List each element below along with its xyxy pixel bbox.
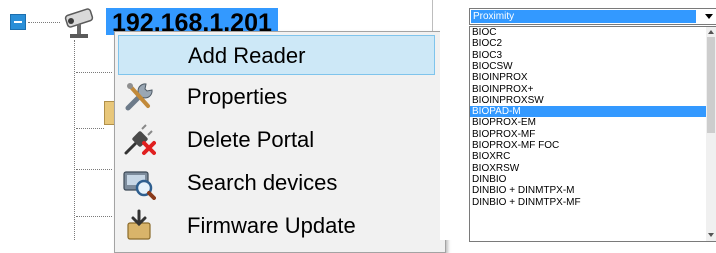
menu-item-label: Delete Portal [187, 127, 315, 152]
dropdown-option[interactable]: BIOC [470, 27, 708, 38]
dropdown-option[interactable]: BIOINPROX+ [470, 84, 708, 95]
dropdown-option-selected[interactable]: BIOPAD-M [470, 106, 708, 118]
tree-connector-line [76, 169, 112, 170]
dropdown-option[interactable]: BIOC2 [470, 38, 708, 49]
context-menu: Add Reader Properties Delete Portal Sear… [114, 31, 446, 253]
dropdown-option[interactable]: BIOPROX-MF FOC [470, 140, 708, 151]
select-current-value: Proximity [471, 10, 696, 23]
list-scrollbar[interactable] [706, 27, 716, 241]
menu-item-properties[interactable]: Properties [118, 77, 435, 117]
dropdown-option[interactable]: DINBIO + DINMTPX-MF [470, 197, 708, 208]
tree-connector-line [76, 72, 112, 73]
dropdown-option[interactable]: BIOXRC [470, 151, 708, 162]
menu-item-label: Search devices [187, 170, 338, 195]
menu-item-add-reader[interactable]: Add Reader [118, 35, 435, 75]
dropdown-option[interactable]: BIOXRSW [470, 163, 708, 174]
chevron-down-icon[interactable] [705, 14, 713, 19]
dropdown-option[interactable]: BIOCSW [470, 61, 708, 72]
reader-type-panel: Proximity BIOC BIOC2 BIOC3 BIOCSW BIOINP… [440, 0, 716, 242]
scroll-up-icon[interactable] [708, 30, 714, 34]
tree-connector-line [74, 40, 75, 240]
dropdown-option[interactable]: BIOPROX-EM [470, 117, 708, 128]
tree-connector-line [28, 22, 60, 23]
collapse-toggle-icon[interactable] [10, 14, 26, 30]
dropdown-option[interactable]: BIOC3 [470, 50, 708, 61]
firmware-update-icon [127, 209, 151, 240]
menu-item-label: Add Reader [188, 43, 306, 68]
reader-type-options-list: BIOC BIOC2 BIOC3 BIOCSW BIOINPROX BIOINP… [469, 26, 716, 242]
scroll-down-icon[interactable] [708, 233, 714, 237]
dropdown-option[interactable]: DINBIO [470, 174, 708, 185]
menu-item-delete-portal[interactable]: Delete Portal [118, 120, 435, 160]
dropdown-option[interactable]: DINBIO + DINMTPX-M [470, 185, 708, 196]
dropdown-option[interactable]: BIOPROX-MF [470, 129, 708, 140]
network-device-icon [64, 8, 94, 38]
delete-plug-icon [124, 124, 156, 155]
tools-icon [125, 83, 153, 111]
tree-connector-line [76, 216, 112, 217]
menu-item-label: Properties [187, 84, 288, 109]
dropdown-option[interactable]: BIOINPROX [470, 72, 708, 83]
search-device-icon [123, 171, 156, 200]
reader-type-select[interactable]: Proximity [469, 8, 716, 25]
menu-item-firmware-update[interactable]: Firmware Update [118, 206, 435, 246]
menu-item-search-devices[interactable]: Search devices [118, 163, 435, 203]
scrollbar-thumb[interactable] [707, 37, 715, 133]
tree-connector-line [76, 128, 104, 129]
dropdown-option[interactable]: BIOINPROXSW [470, 95, 708, 106]
menu-item-label: Firmware Update [187, 213, 356, 238]
